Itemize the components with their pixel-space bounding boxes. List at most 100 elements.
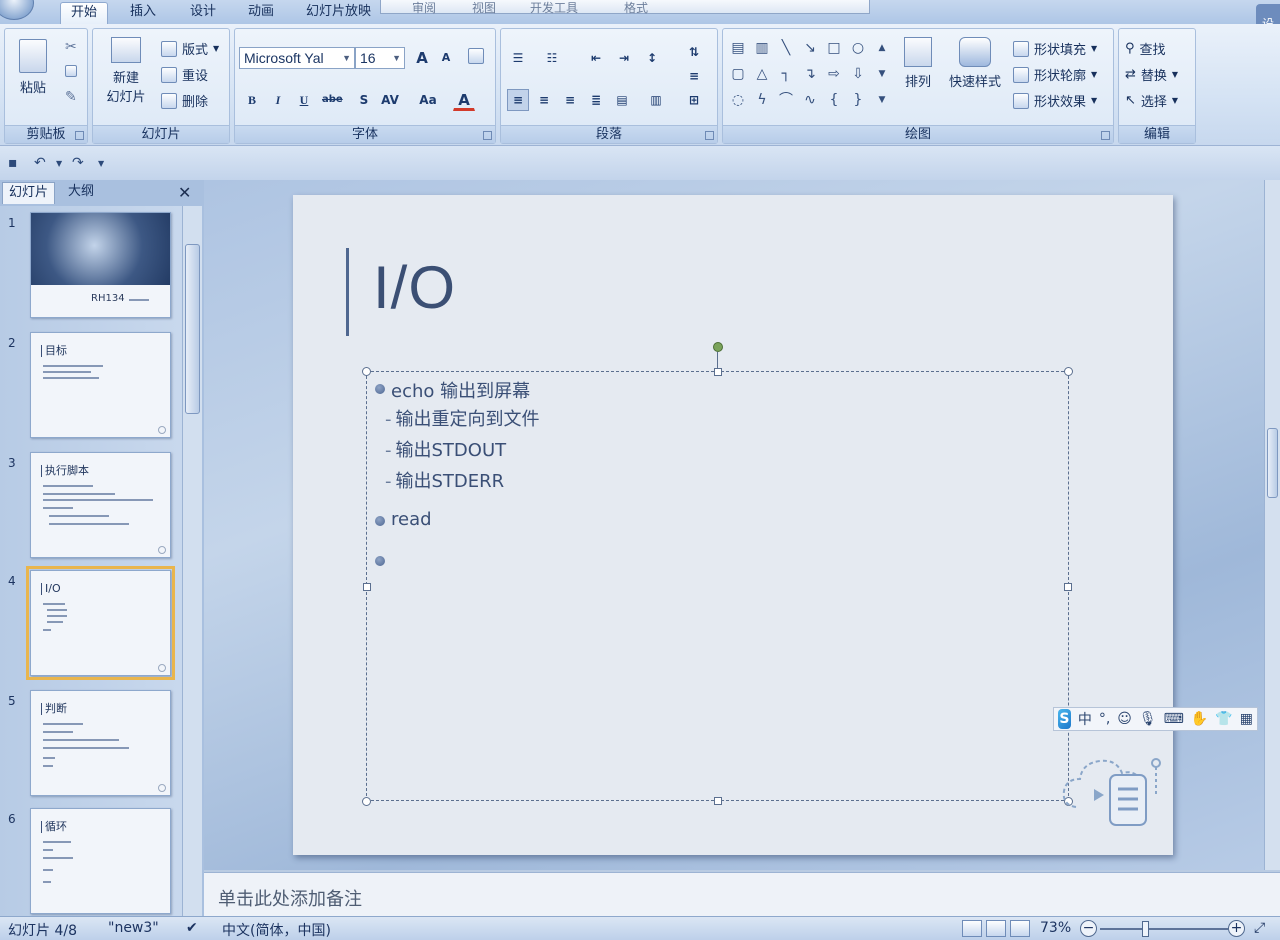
ime-logo-icon[interactable]: S bbox=[1058, 709, 1071, 729]
slide-thumbnail-1[interactable]: RH134 bbox=[30, 212, 171, 318]
elbow-connector-shape-icon[interactable]: ┐ bbox=[777, 65, 795, 83]
resize-handle-n[interactable] bbox=[714, 368, 722, 376]
underline-button[interactable]: U bbox=[293, 89, 315, 111]
slide-thumbnail-5[interactable]: 判断 bbox=[30, 690, 171, 796]
smartart-button[interactable]: ⊞ bbox=[683, 89, 705, 111]
rotate-handle[interactable] bbox=[713, 342, 723, 352]
scrollbar-thumb[interactable] bbox=[185, 244, 200, 414]
resize-handle-w[interactable] bbox=[363, 583, 371, 591]
curve-shape-icon[interactable]: ∿ bbox=[801, 91, 819, 109]
char-spacing-button[interactable]: AV bbox=[379, 89, 401, 111]
down-arrow-shape-icon[interactable]: ⇩ bbox=[849, 65, 867, 83]
resize-handle-sw[interactable] bbox=[362, 797, 371, 806]
right-brace-shape-icon[interactable]: } bbox=[849, 91, 867, 109]
columns-button[interactable]: ▥ bbox=[645, 89, 667, 111]
language-indicator[interactable]: 中文(简体，中国) bbox=[222, 920, 331, 940]
decrease-indent-button[interactable]: ⇤ bbox=[585, 47, 607, 69]
replace-button[interactable]: ⇄ 替换 ▼ bbox=[1125, 65, 1178, 84]
tab-developer[interactable]: 开发工具 bbox=[520, 0, 588, 20]
align-right-button[interactable]: ≡ bbox=[559, 89, 581, 111]
slideshow-view-button[interactable] bbox=[1010, 920, 1030, 937]
left-brace-shape-icon[interactable]: { bbox=[825, 91, 843, 109]
italic-button[interactable]: I bbox=[267, 89, 289, 111]
slide-thumbnail-4[interactable]: I/O bbox=[26, 566, 175, 680]
rounded-rect-shape-icon[interactable]: ▢ bbox=[729, 65, 747, 83]
format-painter-icon[interactable]: ✎ bbox=[65, 89, 77, 105]
close-icon[interactable]: ✕ bbox=[178, 183, 191, 202]
tab-home[interactable]: 开始 bbox=[60, 2, 109, 24]
bullet-text[interactable]: read bbox=[391, 509, 432, 530]
sub-bullet[interactable]: - 输出STDOUT bbox=[385, 436, 506, 462]
theme-name[interactable]: "new3" bbox=[108, 920, 159, 936]
tab-format[interactable]: 格式 bbox=[614, 0, 658, 20]
normal-view-button[interactable] bbox=[962, 920, 982, 937]
customize-qat-icon[interactable]: ▼ bbox=[98, 159, 104, 168]
callout-shape-icon[interactable]: ◌ bbox=[729, 91, 747, 109]
paragraph-launcher[interactable] bbox=[705, 131, 714, 140]
redo-icon[interactable]: ↷ bbox=[72, 155, 84, 171]
reset-button[interactable]: 重设 bbox=[161, 65, 208, 84]
spellcheck-icon[interactable]: ✔ bbox=[186, 920, 198, 936]
vertical-textbox-shape-icon[interactable]: ▥ bbox=[753, 39, 771, 57]
quick-styles-button[interactable]: 快速样式 bbox=[943, 37, 1007, 90]
font-color-button[interactable]: A bbox=[453, 89, 475, 111]
gallery-more-icon[interactable]: ▼ bbox=[873, 91, 891, 109]
arrow-shape-icon[interactable]: ↘ bbox=[801, 39, 819, 57]
rectangle-shape-icon[interactable]: □ bbox=[825, 39, 843, 57]
shadow-button[interactable]: S bbox=[353, 89, 375, 111]
slide-thumbnail-list[interactable]: 1 RH134 2 目标 3 执行脚本 4 I/O 5 判断 6 循环 bbox=[0, 206, 182, 916]
tab-insert[interactable]: 插入 bbox=[120, 2, 166, 24]
tab-slideshow[interactable]: 幻灯片放映 bbox=[296, 2, 381, 24]
line-shape-icon[interactable]: ╲ bbox=[777, 39, 795, 57]
grow-font-button[interactable]: A bbox=[411, 47, 433, 69]
oval-shape-icon[interactable]: ○ bbox=[849, 39, 867, 57]
copy-icon[interactable] bbox=[65, 65, 77, 80]
resize-handle-e[interactable] bbox=[1064, 583, 1072, 591]
paste-button[interactable]: 粘贴 bbox=[13, 39, 53, 96]
clipboard-launcher[interactable] bbox=[75, 131, 84, 140]
tab-animation[interactable]: 动画 bbox=[238, 2, 284, 24]
undo-icon[interactable]: ↶ bbox=[34, 155, 46, 171]
font-size-combo[interactable]: 16 ▼ bbox=[355, 47, 405, 69]
align-center-button[interactable]: ≡ bbox=[533, 89, 555, 111]
tab-review[interactable]: 审阅 bbox=[402, 0, 446, 20]
sub-bullet[interactable]: - 输出重定向到文件 bbox=[385, 405, 540, 431]
shape-effects-button[interactable]: 形状效果 ▼ bbox=[1013, 91, 1097, 110]
select-button[interactable]: ↖ 选择 ▼ bbox=[1125, 91, 1178, 110]
gallery-up-icon[interactable]: ▲ bbox=[873, 39, 891, 57]
editor-scrollbar[interactable] bbox=[1264, 180, 1280, 870]
change-case-button[interactable]: Aa bbox=[417, 89, 439, 111]
increase-indent-button[interactable]: ⇥ bbox=[613, 47, 635, 69]
tab-view[interactable]: 视图 bbox=[462, 0, 506, 20]
content-placeholder[interactable]: echo 输出到屏幕 - 输出重定向到文件 - 输出STDOUT - 输出STDERR… bbox=[362, 342, 1073, 806]
skin-icon[interactable]: 👕 bbox=[1215, 711, 1232, 727]
tab-design[interactable]: 设计 bbox=[180, 2, 226, 24]
sub-bullet[interactable]: - 输出STDERR bbox=[385, 467, 504, 493]
find-button[interactable]: ⚲ 查找 bbox=[1125, 39, 1166, 58]
arrange-button[interactable]: 排列 bbox=[897, 37, 939, 90]
font-launcher[interactable] bbox=[483, 131, 492, 140]
bullet-text[interactable]: echo 输出到屏幕 bbox=[391, 377, 530, 403]
slide-thumbnail-6[interactable]: 循环 bbox=[30, 808, 171, 914]
clear-format-button[interactable] bbox=[465, 47, 487, 69]
shrink-font-button[interactable]: A bbox=[435, 47, 457, 69]
keyboard-icon[interactable]: ⌨ bbox=[1164, 711, 1184, 727]
ime-mode-toggle[interactable]: 中 bbox=[1078, 709, 1092, 729]
emoji-icon[interactable]: ☺ bbox=[1117, 711, 1132, 727]
thumbnail-scrollbar[interactable] bbox=[182, 206, 202, 916]
scrollbar-thumb[interactable] bbox=[1267, 428, 1278, 498]
fit-to-window-icon[interactable]: ⤢ bbox=[1254, 920, 1265, 936]
slide-title[interactable]: I/O bbox=[373, 253, 456, 322]
text-direction-button[interactable]: ⇅ bbox=[683, 41, 705, 63]
triangle-shape-icon[interactable]: △ bbox=[753, 65, 771, 83]
undo-dropdown-icon[interactable]: ▼ bbox=[56, 159, 62, 168]
slide-sorter-view-button[interactable] bbox=[986, 920, 1006, 937]
strikethrough-button[interactable]: abe bbox=[321, 89, 344, 111]
resize-handle-s[interactable] bbox=[714, 797, 722, 805]
zoom-slider-thumb[interactable] bbox=[1141, 921, 1149, 937]
notes-placeholder[interactable]: 单击此处添加备注 bbox=[218, 885, 362, 911]
microphone-icon[interactable]: 🎙 bbox=[1139, 711, 1157, 727]
notes-pane[interactable]: 单击此处添加备注 bbox=[204, 872, 1280, 916]
arc-shape-icon[interactable]: ⌒ bbox=[777, 91, 795, 109]
ime-toolbar[interactable]: S 中 °, ☺ 🎙 ⌨ ✋ 👕 ▦ bbox=[1053, 707, 1258, 731]
